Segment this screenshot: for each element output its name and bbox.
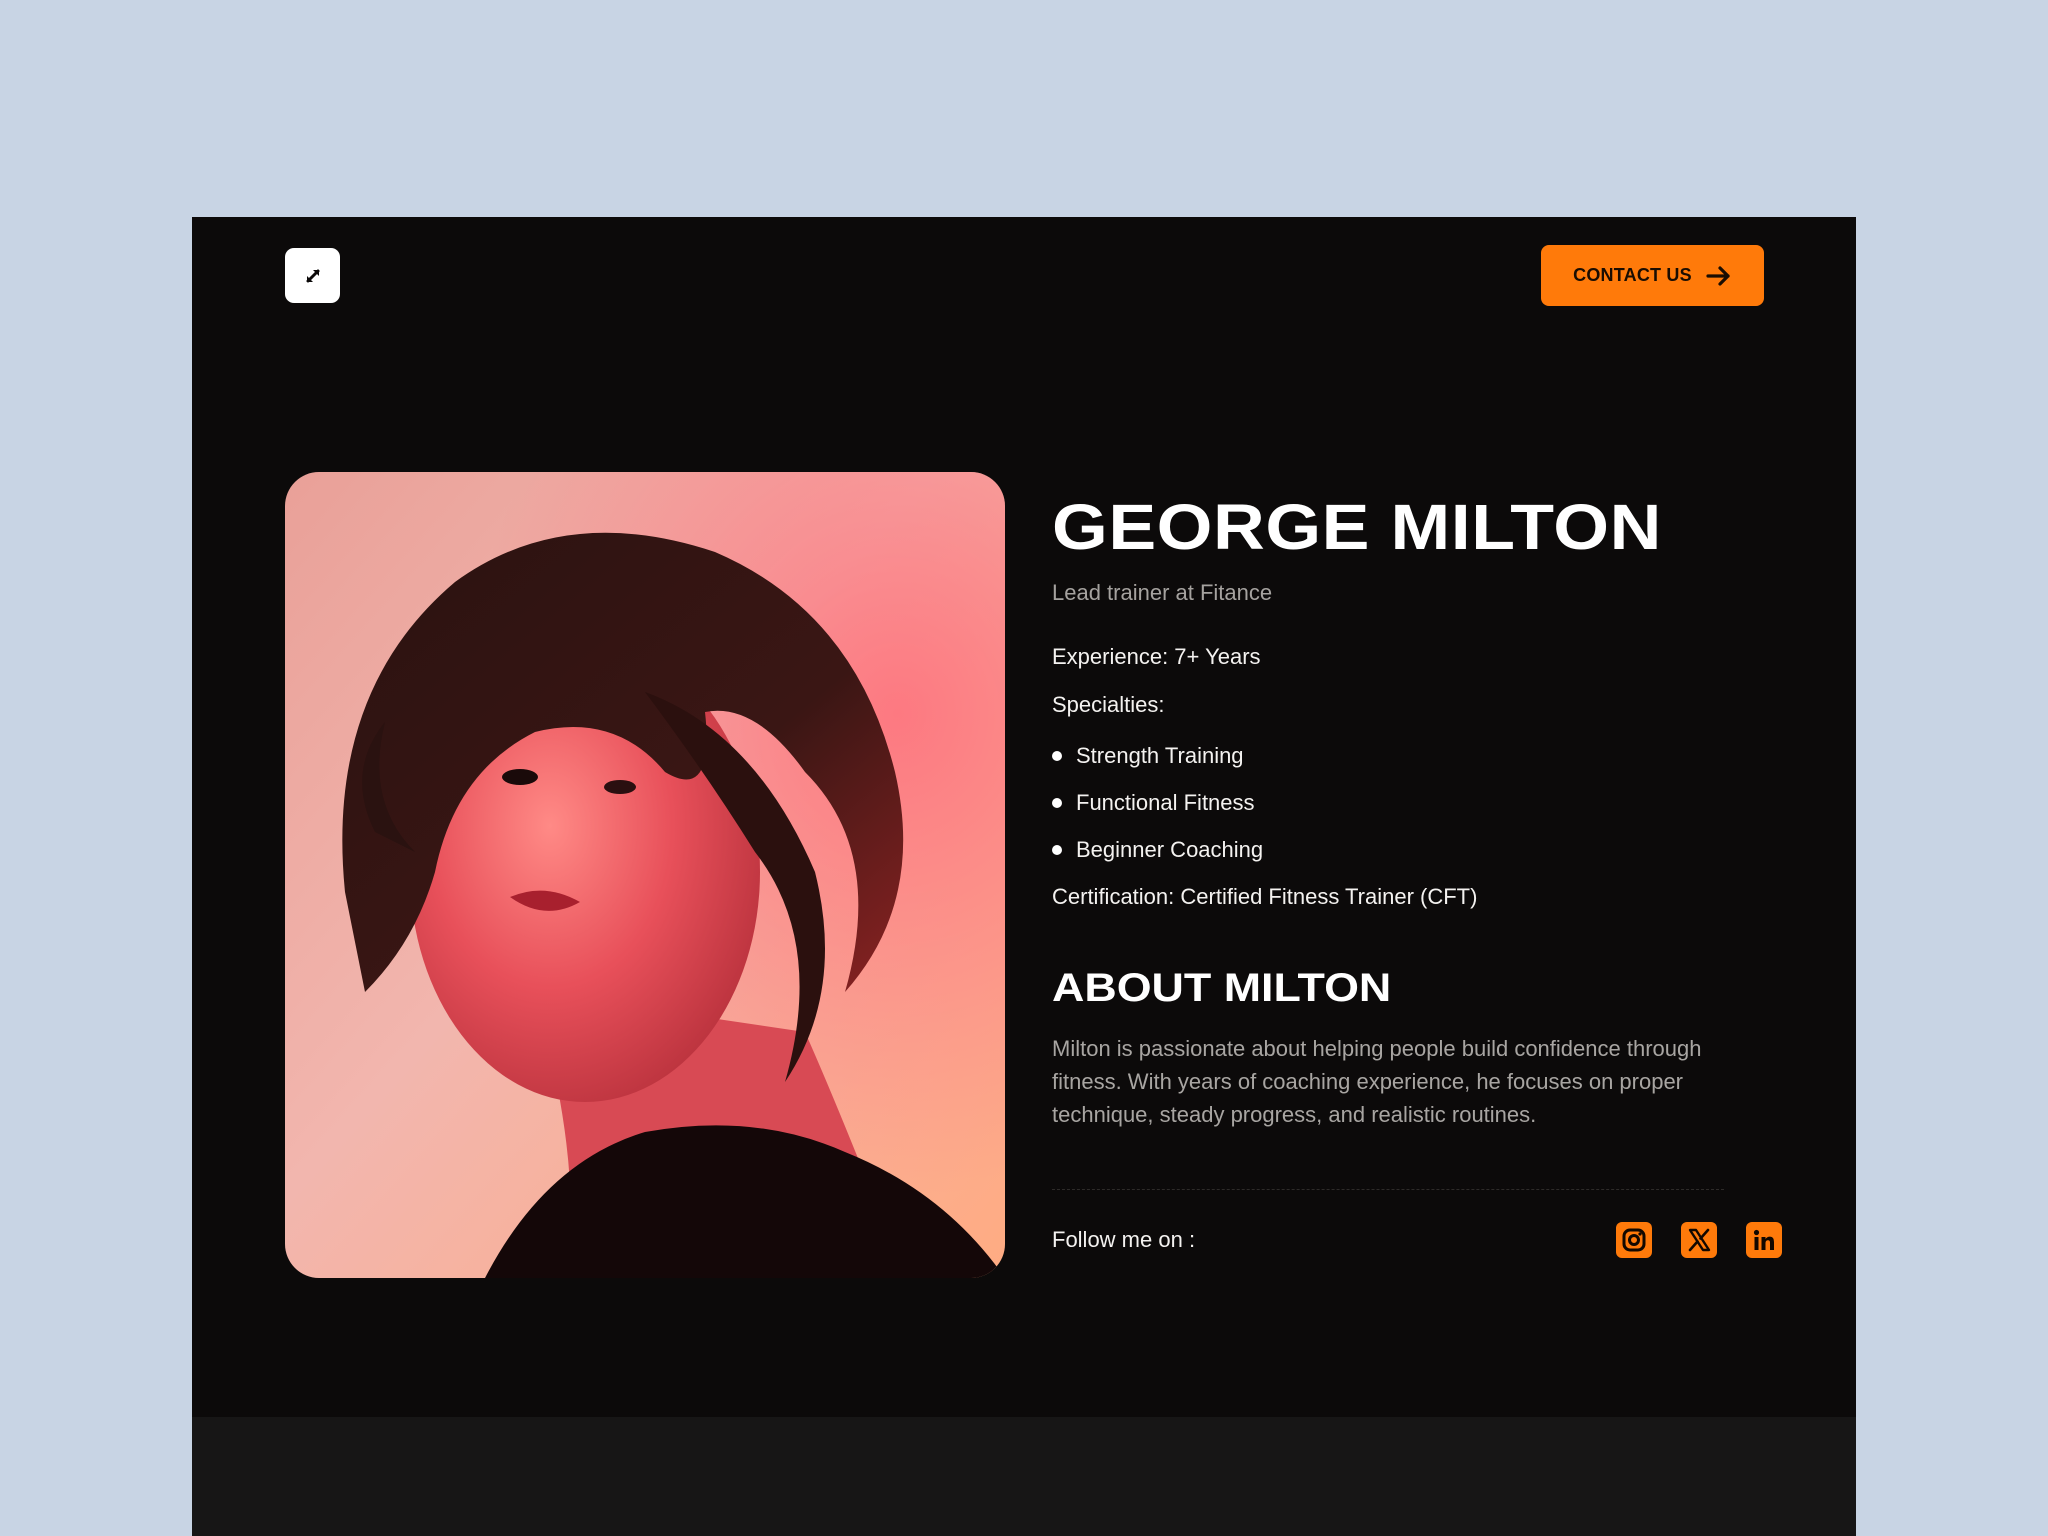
linkedin-icon xyxy=(1753,1230,1774,1251)
arrow-right-icon xyxy=(1706,265,1730,286)
instagram-icon xyxy=(1622,1228,1646,1252)
specialty-label: Strength Training xyxy=(1076,742,1244,768)
divider xyxy=(1052,1189,1724,1191)
linkedin-link[interactable] xyxy=(1746,1222,1782,1259)
footer-band xyxy=(192,1417,1856,1536)
specialties-label: Specialties: xyxy=(1052,692,1165,718)
specialty-label: Functional Fitness xyxy=(1076,789,1255,815)
follow-label: Follow me on : xyxy=(1052,1227,1196,1253)
list-item: Beginner Coaching xyxy=(1052,826,1772,873)
list-item: Strength Training xyxy=(1052,732,1772,779)
contact-us-button[interactable]: CONTACT US xyxy=(1541,245,1764,306)
trainer-certification: Certification: Certified Fitness Trainer… xyxy=(1052,883,1478,909)
trainer-info: GEORGE MILTON Lead trainer at Fitance Ex… xyxy=(1052,492,1782,1260)
specialty-label: Beginner Coaching xyxy=(1076,836,1264,862)
portrait-image xyxy=(285,472,1005,1278)
bullet-icon xyxy=(1052,844,1062,855)
follow-row: Follow me on : xyxy=(1052,1220,1782,1260)
trainer-photo xyxy=(285,472,1005,1278)
profile-card: CONTACT US GEORGE MILTON Lead trainer at… xyxy=(192,217,1856,1536)
about-text: Milton is passionate about helping peopl… xyxy=(1052,1036,1702,1128)
trainer-name: GEORGE MILTON xyxy=(1052,491,1662,563)
trainer-experience: Experience: 7+ Years xyxy=(1052,644,1261,670)
expand-arrows-icon xyxy=(306,269,319,282)
bullet-icon xyxy=(1052,797,1062,808)
logo[interactable] xyxy=(285,248,340,303)
social-links xyxy=(1616,1222,1782,1259)
instagram-link[interactable] xyxy=(1616,1222,1652,1259)
x-icon xyxy=(1688,1229,1711,1252)
about-title: ABOUT MILTON xyxy=(1052,966,1392,1011)
list-item: Functional Fitness xyxy=(1052,779,1772,826)
bullet-icon xyxy=(1052,750,1062,761)
trainer-role: Lead trainer at Fitance xyxy=(1052,580,1273,606)
specialties-list: Strength Training Functional Fitness Beg… xyxy=(1052,732,1772,873)
contact-us-label: CONTACT US xyxy=(1573,265,1692,285)
x-link[interactable] xyxy=(1681,1222,1717,1259)
